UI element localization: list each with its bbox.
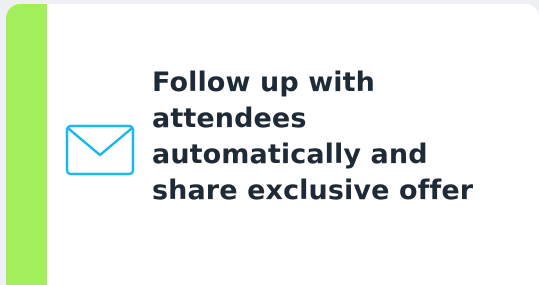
mail-envelope-icon: [65, 124, 135, 176]
follow-up-card: Follow up with attendees automatically a…: [6, 4, 539, 285]
card-message: Follow up with attendees automatically a…: [152, 67, 474, 206]
card-accent-bar: [6, 4, 47, 285]
